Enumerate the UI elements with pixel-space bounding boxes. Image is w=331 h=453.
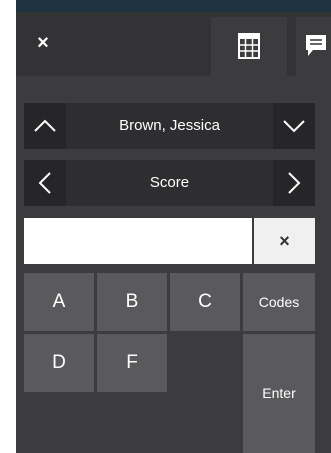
comment-icon bbox=[306, 35, 326, 56]
grade-key-c[interactable]: C bbox=[170, 273, 240, 331]
codes-button[interactable]: Codes bbox=[243, 273, 315, 331]
tab-grid-view[interactable] bbox=[211, 17, 287, 76]
grade-input[interactable] bbox=[24, 218, 252, 264]
previous-column-button[interactable] bbox=[24, 160, 66, 206]
chevron-left-icon bbox=[38, 172, 51, 194]
column-name: Score bbox=[149, 174, 190, 191]
chevron-up-icon bbox=[34, 119, 56, 132]
grade-key-f[interactable]: F bbox=[97, 334, 167, 392]
chevron-right-icon bbox=[288, 172, 301, 194]
clear-input-button[interactable]: × bbox=[254, 218, 315, 264]
grade-key-d[interactable]: D bbox=[24, 334, 94, 392]
panel-toolbar: × bbox=[16, 12, 331, 76]
next-student-button[interactable] bbox=[273, 103, 315, 149]
grid-icon bbox=[238, 33, 260, 59]
student-navigator: Brown, Jessica bbox=[24, 103, 315, 149]
close-button[interactable]: × bbox=[26, 26, 60, 60]
previous-student-button[interactable] bbox=[24, 103, 66, 149]
column-navigator: Score bbox=[24, 160, 315, 206]
next-column-button[interactable] bbox=[273, 160, 315, 206]
top-accent-strip bbox=[16, 0, 331, 12]
student-name: Brown, Jessica bbox=[119, 117, 220, 134]
grade-key-a[interactable]: A bbox=[24, 273, 94, 331]
grade-key-b[interactable]: B bbox=[97, 273, 167, 331]
enter-button[interactable]: Enter bbox=[243, 334, 315, 453]
grade-entry-row: × bbox=[24, 218, 315, 264]
chevron-down-icon bbox=[283, 120, 305, 133]
tab-comments[interactable] bbox=[296, 17, 331, 76]
